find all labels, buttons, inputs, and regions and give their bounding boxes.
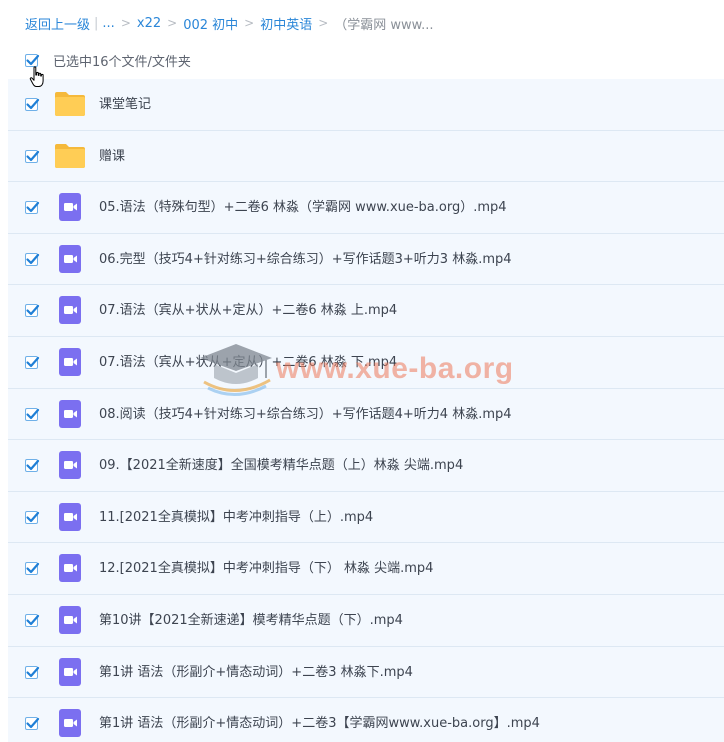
- breadcrumb-current: （学霸网 www...: [334, 17, 434, 33]
- video-file-icon-wrapper: [54, 657, 86, 686]
- video-file-icon-wrapper: [54, 709, 86, 738]
- video-file-icon: [59, 605, 81, 634]
- file-name[interactable]: 11.[2021全真模拟】中考冲刺指导（上）.mp4: [99, 492, 373, 543]
- video-file-icon-wrapper: [54, 605, 86, 634]
- check-icon: [26, 202, 40, 213]
- file-checkbox[interactable]: [25, 562, 40, 576]
- file-row[interactable]: 11.[2021全真模拟】中考冲刺指导（上）.mp4: [8, 491, 724, 544]
- video-file-icon: [59, 451, 81, 480]
- file-row[interactable]: 课堂笔记: [8, 79, 724, 131]
- file-name[interactable]: 第10讲【2021全新速递】模考精华点题（下）.mp4: [99, 595, 403, 646]
- video-file-icon-wrapper: [54, 193, 86, 222]
- file-row[interactable]: 06.完型（技巧4+针对练习+综合练习）+写作话题3+听力3 林淼.mp4: [8, 233, 724, 286]
- file-name[interactable]: 05.语法（特殊句型）+二卷6 林淼（学霸网 www.xue-ba.org）.m…: [99, 182, 507, 233]
- file-checkbox[interactable]: [25, 98, 40, 111]
- check-icon: [26, 253, 40, 264]
- back-link[interactable]: 返回上一级: [25, 14, 90, 33]
- selection-bar: 已选中16个文件/文件夹: [25, 51, 191, 70]
- video-file-icon: [59, 296, 81, 325]
- check-icon: [26, 460, 40, 471]
- file-name[interactable]: 赠课: [99, 131, 125, 182]
- hand-pointer-icon: [29, 66, 44, 87]
- breadcrumb-separator: >: [244, 16, 255, 30]
- folder-icon: [55, 92, 85, 116]
- file-row[interactable]: 第10讲【2021全新速递】模考精华点题（下）.mp4: [8, 594, 724, 647]
- video-file-icon: [59, 502, 81, 531]
- check-icon: [26, 718, 40, 729]
- file-name[interactable]: 08.阅读（技巧4+针对练习+综合练习）+写作话题4+听力4 林淼.mp4: [99, 389, 512, 440]
- check-icon: [26, 563, 40, 574]
- check-icon: [26, 614, 40, 626]
- file-name[interactable]: 09.【2021全新速度】全国模考精华点题（上）林淼 尖端.mp4: [99, 440, 463, 491]
- file-checkbox[interactable]: [25, 201, 40, 215]
- breadcrumb-divider: |: [94, 15, 99, 31]
- check-icon: [26, 98, 40, 110]
- file-checkbox[interactable]: [25, 665, 40, 679]
- file-checkbox[interactable]: [25, 149, 40, 163]
- check-icon: [26, 305, 40, 316]
- check-icon: [26, 356, 40, 368]
- breadcrumb: 返回上一级 | ... > x22 > 002 初中 > 初中英语 > （学霸网…: [25, 14, 434, 33]
- file-name[interactable]: 07.语法（宾从+状从+定从）+二卷6 林淼 下.mp4: [99, 337, 397, 388]
- breadcrumb-separator: >: [318, 16, 329, 30]
- breadcrumb-separator: >: [167, 16, 178, 30]
- file-name[interactable]: 07.语法（宾从+状从+定从）+二卷6 林淼 上.mp4: [99, 285, 397, 336]
- file-row[interactable]: 07.语法（宾从+状从+定从）+二卷6 林淼 上.mp4: [8, 285, 724, 337]
- file-name[interactable]: 第1讲 语法（形副介+情态动词）+二卷3 林淼下.mp4: [99, 647, 413, 698]
- check-icon: [26, 150, 40, 161]
- file-row[interactable]: 赠课: [8, 130, 724, 183]
- file-row[interactable]: 第1讲 语法（形副介+情态动词）+二卷3 林淼下.mp4: [8, 646, 724, 699]
- video-file-icon: [59, 399, 81, 428]
- file-row[interactable]: 第1讲 语法（形副介+情态动词）+二卷3【学霸网www.xue-ba.org】.…: [8, 698, 724, 742]
- file-checkbox[interactable]: [25, 613, 40, 627]
- video-file-icon-wrapper: [54, 399, 86, 428]
- breadcrumb-item-x22[interactable]: x22: [137, 16, 161, 31]
- file-checkbox[interactable]: [25, 459, 40, 473]
- video-file-icon-wrapper: [54, 502, 86, 531]
- file-list: 课堂笔记 赠课 05.语法（特殊句型）+二卷6 林淼（学霸网 www.xue-ba.…: [8, 79, 724, 742]
- breadcrumb-item-junior-english[interactable]: 初中英语: [260, 14, 312, 33]
- file-row[interactable]: 05.语法（特殊句型）+二卷6 林淼（学霸网 www.xue-ba.org）.m…: [8, 182, 724, 234]
- selection-count-text: 已选中16个文件/文件夹: [53, 54, 191, 70]
- file-name[interactable]: 06.完型（技巧4+针对练习+综合练习）+写作话题3+听力3 林淼.mp4: [99, 234, 512, 285]
- file-checkbox[interactable]: [25, 355, 40, 369]
- breadcrumb-separator: >: [120, 16, 131, 30]
- video-file-icon-wrapper: [54, 347, 86, 376]
- folder-icon-wrapper: [54, 142, 86, 170]
- file-checkbox[interactable]: [25, 252, 40, 266]
- video-file-icon-wrapper: [54, 296, 86, 325]
- video-file-icon-wrapper: [54, 451, 86, 480]
- file-checkbox[interactable]: [25, 407, 40, 421]
- file-name[interactable]: 12.[2021全真模拟】中考冲刺指导（下） 林淼 尖端.mp4: [99, 543, 433, 594]
- file-row[interactable]: 08.阅读（技巧4+针对练习+综合练习）+写作话题4+听力4 林淼.mp4: [8, 388, 724, 441]
- file-row[interactable]: 12.[2021全真模拟】中考冲刺指导（下） 林淼 尖端.mp4: [8, 543, 724, 595]
- file-checkbox[interactable]: [25, 304, 40, 318]
- file-row[interactable]: 09.【2021全新速度】全国模考精华点题（上）林淼 尖端.mp4: [8, 440, 724, 492]
- file-checkbox[interactable]: [25, 510, 40, 524]
- check-icon: [26, 511, 40, 522]
- check-icon: [26, 408, 40, 419]
- video-file-icon: [59, 554, 81, 583]
- video-file-icon: [59, 709, 81, 738]
- file-row[interactable]: 07.语法（宾从+状从+定从）+二卷6 林淼 下.mp4: [8, 336, 724, 389]
- file-name[interactable]: 课堂笔记: [99, 79, 151, 130]
- file-manager-page: 返回上一级 | ... > x22 > 002 初中 > 初中英语 > （学霸网…: [0, 0, 724, 742]
- select-all-checkbox[interactable]: [25, 53, 40, 67]
- video-file-icon-wrapper: [54, 244, 86, 273]
- video-file-icon-wrapper: [54, 554, 86, 583]
- video-file-icon: [59, 657, 81, 686]
- video-file-icon: [59, 244, 81, 273]
- video-file-icon: [59, 347, 81, 376]
- file-checkbox[interactable]: [25, 717, 40, 731]
- breadcrumb-item-junior-high[interactable]: 002 初中: [183, 14, 238, 33]
- file-name[interactable]: 第1讲 语法（形副介+情态动词）+二卷3【学霸网www.xue-ba.org】.…: [99, 698, 540, 742]
- check-icon: [26, 666, 40, 677]
- breadcrumb-ellipsis[interactable]: ...: [102, 16, 114, 31]
- video-file-icon: [59, 193, 81, 222]
- folder-icon-wrapper: [54, 90, 86, 118]
- folder-icon: [55, 143, 85, 168]
